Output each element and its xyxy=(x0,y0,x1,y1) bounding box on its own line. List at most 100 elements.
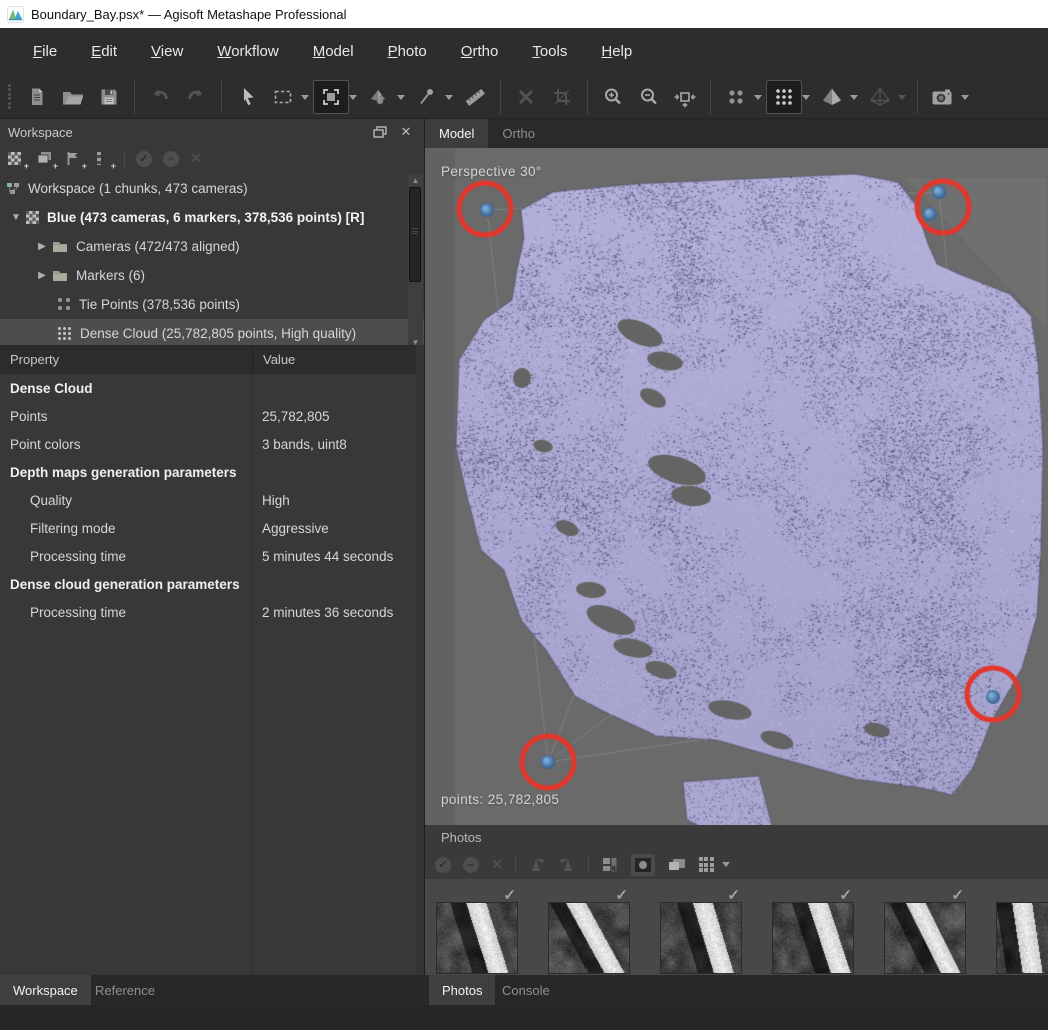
disable-item-button[interactable]: – xyxy=(163,151,179,167)
enable-item-button[interactable]: ✓ xyxy=(136,151,152,167)
column-value: Value xyxy=(252,345,424,373)
filter-photos-button[interactable] xyxy=(601,856,619,873)
photo-thumbnail[interactable]: ✓ xyxy=(548,902,628,972)
bottom-tab-bar: Workspace Reference Photos Console xyxy=(0,975,1048,1005)
tree-item-workspace[interactable]: Workspace (1 chunks, 473 cameras) xyxy=(0,174,424,203)
photo-checked-icon: ✓ xyxy=(727,886,740,904)
show-dense-cloud-button[interactable] xyxy=(766,80,802,114)
photos-panel: Photos ✓ – ✕ ✓ ✓ xyxy=(425,825,1048,975)
expander-closed-icon[interactable]: ▶ xyxy=(36,270,48,281)
menu-view[interactable]: View xyxy=(134,37,200,66)
tree-item-tie-points[interactable]: Tie Points (378,536 points) xyxy=(0,290,424,319)
delete-selection-button[interactable] xyxy=(508,80,544,114)
photo-checked-icon: ✓ xyxy=(839,886,852,904)
navigation-dropdown[interactable] xyxy=(397,95,405,104)
scrollbar-thumb[interactable] xyxy=(409,187,421,282)
photo-thumbnail[interactable]: ✓ xyxy=(436,902,516,972)
show-tie-points-dropdown[interactable] xyxy=(754,95,762,104)
property-scrollbar[interactable] xyxy=(416,345,424,975)
float-panel-icon[interactable] xyxy=(370,123,390,141)
show-dense-cloud-dropdown[interactable] xyxy=(802,95,810,104)
tab-reference[interactable]: Reference xyxy=(82,975,168,1005)
photo-thumbnail[interactable]: ✓ xyxy=(660,902,740,972)
tab-ortho[interactable]: Ortho xyxy=(488,119,549,148)
tab-photos[interactable]: Photos xyxy=(429,975,495,1005)
measure-point-dropdown[interactable] xyxy=(445,95,453,104)
menu-help[interactable]: Help xyxy=(584,37,649,66)
main-toolbar xyxy=(0,75,1048,119)
tree-scrollbar[interactable]: ▲ ▼ xyxy=(408,174,423,348)
tree-item-cameras[interactable]: ▶ Cameras (472/473 aligned) xyxy=(0,232,424,261)
zoom-out-button[interactable] xyxy=(631,80,667,114)
workspace-icon xyxy=(6,182,20,195)
workspace-toolbar: + + + + ✓ – ✕ xyxy=(0,145,424,172)
add-chunk-button[interactable]: + xyxy=(8,151,26,167)
tree-item-chunk-blue[interactable]: ▼ Blue (473 cameras, 6 markers, 378,536 … xyxy=(0,203,424,232)
add-photos-button[interactable]: + xyxy=(37,151,55,167)
show-model-wireframe-button[interactable] xyxy=(862,80,898,114)
show-model-shaded-dropdown[interactable] xyxy=(850,95,858,104)
tab-workspace[interactable]: Workspace xyxy=(0,975,91,1005)
undo-button[interactable] xyxy=(142,80,178,114)
crop-selection-button[interactable] xyxy=(544,80,580,114)
show-photos-button[interactable] xyxy=(925,80,961,114)
expander-closed-icon[interactable]: ▶ xyxy=(36,241,48,252)
remove-photo-button[interactable]: ✕ xyxy=(491,856,503,873)
tree-item-markers[interactable]: ▶ Markers (6) xyxy=(0,261,424,290)
thumbnail-view-button[interactable] xyxy=(699,857,714,872)
tab-console[interactable]: Console xyxy=(489,975,563,1005)
photo-thumbnail[interactable]: ✓ xyxy=(884,902,964,972)
column-property: Property xyxy=(0,352,252,367)
add-scalebar-button[interactable]: + xyxy=(95,151,113,167)
photos-panel-title: Photos xyxy=(441,830,481,845)
thumbnail-view-dropdown[interactable] xyxy=(722,862,730,871)
save-project-button[interactable] xyxy=(91,80,127,114)
navigation-button[interactable] xyxy=(361,80,397,114)
menu-ortho[interactable]: Ortho xyxy=(444,37,516,66)
disable-photo-button[interactable]: – xyxy=(463,857,479,873)
property-row: Points25,782,805 xyxy=(0,402,424,430)
show-model-wireframe-dropdown[interactable] xyxy=(898,95,906,104)
show-overlay-button[interactable] xyxy=(667,857,687,872)
show-photos-dropdown[interactable] xyxy=(961,95,969,104)
resize-region-dropdown[interactable] xyxy=(349,95,357,104)
model-viewport-canvas[interactable] xyxy=(425,148,1048,825)
rotate-right-button[interactable] xyxy=(558,856,576,873)
photo-thumbnail[interactable] xyxy=(996,902,1048,972)
close-panel-icon[interactable]: ✕ xyxy=(396,123,416,141)
show-model-shaded-button[interactable] xyxy=(814,80,850,114)
fit-to-view-button[interactable] xyxy=(667,80,703,114)
resize-region-button[interactable] xyxy=(313,80,349,114)
rectangle-selection-dropdown[interactable] xyxy=(301,95,309,104)
rotate-left-button[interactable] xyxy=(528,856,546,873)
tab-model[interactable]: Model xyxy=(425,119,488,148)
select-arrow-button[interactable] xyxy=(229,80,265,114)
menu-model[interactable]: Model xyxy=(296,37,371,66)
add-marker-button[interactable]: + xyxy=(66,151,84,167)
menu-photo[interactable]: Photo xyxy=(371,37,444,66)
photo-thumbnail[interactable]: ✓ xyxy=(772,902,852,972)
folder-icon xyxy=(52,269,68,282)
rectangle-selection-button[interactable] xyxy=(265,80,301,114)
expander-open-icon[interactable]: ▼ xyxy=(10,212,22,223)
menu-workflow[interactable]: Workflow xyxy=(200,37,295,66)
menu-file[interactable]: File xyxy=(16,37,74,66)
open-project-button[interactable] xyxy=(55,80,91,114)
show-tie-points-button[interactable] xyxy=(718,80,754,114)
menu-tools[interactable]: Tools xyxy=(515,37,584,66)
measure-point-button[interactable] xyxy=(409,80,445,114)
model-viewport[interactable]: Perspective 30° points: 25,782,805 xyxy=(425,148,1048,825)
ruler-button[interactable] xyxy=(457,80,493,114)
redo-button[interactable] xyxy=(178,80,214,114)
photo-checked-icon: ✓ xyxy=(951,886,964,904)
new-document-button[interactable] xyxy=(19,80,55,114)
menu-edit[interactable]: Edit xyxy=(74,37,134,66)
enable-photo-button[interactable]: ✓ xyxy=(435,857,451,873)
remove-item-button[interactable]: ✕ xyxy=(190,150,202,167)
tree-item-dense-cloud[interactable]: Dense Cloud (25,782,805 points, High qua… xyxy=(0,319,424,348)
toolbar-grip[interactable] xyxy=(3,82,15,112)
zoom-in-button[interactable] xyxy=(595,80,631,114)
show-masks-button[interactable] xyxy=(631,854,655,876)
scroll-up-icon[interactable]: ▲ xyxy=(408,174,423,186)
metashape-logo-icon xyxy=(7,6,24,23)
